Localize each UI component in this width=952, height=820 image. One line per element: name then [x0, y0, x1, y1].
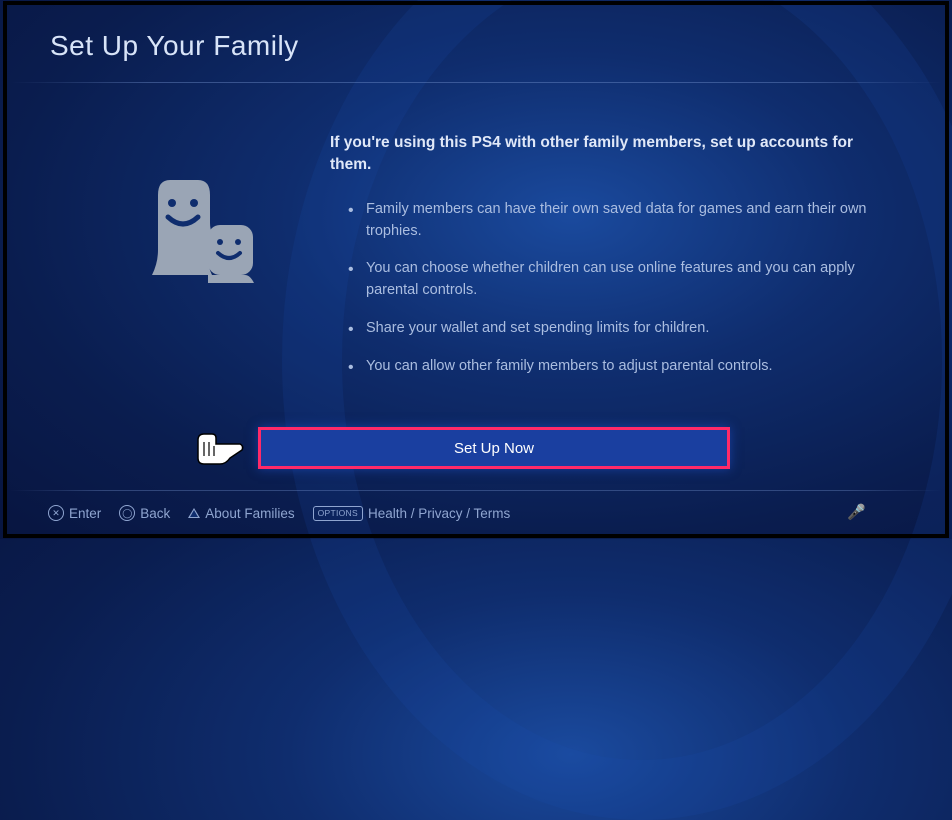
triangle-button-icon — [188, 508, 200, 518]
header-divider — [10, 82, 942, 83]
list-item: Family members can have their own saved … — [348, 199, 870, 243]
footer-bar: ✕ Enter ◯ Back About Families OPTIONS He… — [48, 505, 510, 521]
intro-text: If you're using this PS4 with other fami… — [330, 132, 870, 177]
set-up-now-button[interactable]: Set Up Now — [258, 427, 730, 469]
footer-legal[interactable]: OPTIONS Health / Privacy / Terms — [313, 506, 511, 521]
cross-button-icon: ✕ — [48, 505, 64, 521]
list-item: You can choose whether children can use … — [348, 258, 870, 302]
footer-legal-label: Health / Privacy / Terms — [368, 506, 510, 521]
options-button-icon: OPTIONS — [313, 506, 363, 521]
footer-about-families[interactable]: About Families — [188, 506, 294, 521]
footer-about-label: About Families — [205, 506, 294, 521]
footer-enter[interactable]: ✕ Enter — [48, 505, 101, 521]
footer-enter-label: Enter — [69, 506, 101, 521]
family-icon — [150, 175, 260, 285]
footer-back[interactable]: ◯ Back — [119, 505, 170, 521]
pointer-cursor-icon — [190, 428, 244, 468]
feature-list: Family members can have their own saved … — [330, 199, 870, 378]
set-up-now-label: Set Up Now — [454, 440, 534, 457]
list-item: Share your wallet and set spending limit… — [348, 318, 870, 340]
footer-back-label: Back — [140, 506, 170, 521]
microphone-icon: 🎤 — [847, 503, 866, 521]
page-title: Set Up Your Family — [50, 30, 299, 62]
circle-button-icon: ◯ — [119, 505, 135, 521]
list-item: You can allow other family members to ad… — [348, 356, 870, 378]
action-row: Set Up Now — [0, 427, 952, 469]
footer-divider — [10, 490, 942, 491]
content-area: If you're using this PS4 with other fami… — [330, 132, 870, 393]
